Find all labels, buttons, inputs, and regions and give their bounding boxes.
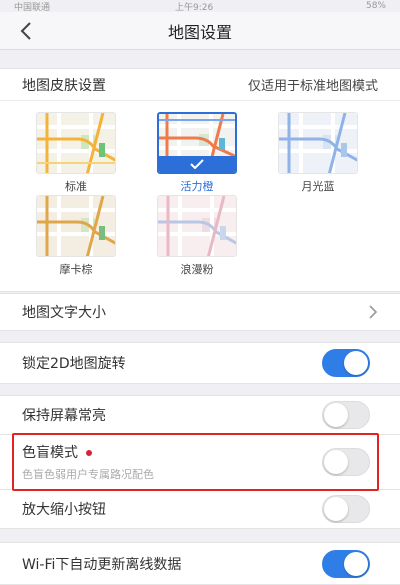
- nav-bar: 地图设置: [0, 12, 400, 50]
- map-preview-icon: [158, 196, 236, 256]
- page-title: 地图设置: [167, 22, 232, 42]
- toggle-knob: [324, 450, 348, 474]
- row-label: Wi-Fi下自动更新离线数据: [22, 556, 182, 573]
- row-label: 放大缩小按钮: [22, 502, 106, 518]
- skin-label-blue: 月光蓝: [301, 180, 335, 193]
- skin-thumb-orange[interactable]: [157, 112, 237, 174]
- row-label: 保持屏幕常亮: [22, 408, 106, 424]
- row-wifi-update: Wi-Fi下自动更新离线数据: [0, 542, 400, 585]
- row-map-text-size[interactable]: 地图文字大小: [0, 293, 400, 331]
- map-preview-icon: [279, 113, 357, 173]
- battery: 58%: [365, 1, 386, 11]
- skin-thumb-brown[interactable]: [36, 195, 116, 257]
- carrier: 中国联通: [14, 2, 51, 13]
- section-gap: [0, 529, 400, 543]
- keep-screen-toggle[interactable]: [322, 401, 370, 429]
- selected-bar: [159, 156, 235, 172]
- clock: 上午9:26: [175, 2, 214, 13]
- toggle-knob: [324, 403, 348, 427]
- row-zoom-buttons: 放大缩小按钮: [0, 489, 400, 529]
- skin-section-title: 地图皮肤设置: [22, 77, 106, 94]
- chevron-right-icon: [369, 305, 378, 319]
- toggle-knob: [324, 497, 348, 521]
- row-label: 色盲模式: [22, 445, 78, 461]
- map-preview-icon: [37, 196, 115, 256]
- lock-2d-toggle[interactable]: [322, 349, 370, 377]
- skin-label-orange: 活力橙: [180, 180, 214, 193]
- skin-section: 地图皮肤设置 仅适用于标准地图模式 标准 活力橙 月光蓝 摩卡棕 浪漫粉: [0, 68, 400, 292]
- skin-label-pink: 浪漫粉: [180, 263, 214, 276]
- status-bar: 中国联通 上午9:26 58%: [0, 0, 400, 13]
- check-icon: [190, 159, 204, 169]
- colorblind-toggle[interactable]: [322, 448, 370, 476]
- row-label: 地图文字大小: [22, 305, 106, 321]
- toggle-knob: [344, 351, 368, 375]
- toggle-knob: [344, 551, 368, 576]
- row-sublabel: 色盲色弱用户专属路况配色: [22, 468, 154, 481]
- row-label: 锁定2D地图旋转: [22, 356, 126, 372]
- row-keep-screen: 保持屏幕常亮: [0, 395, 400, 435]
- wifi-update-toggle[interactable]: [322, 549, 370, 578]
- row-colorblind: 色盲模式 色盲色弱用户专属路况配色: [0, 434, 400, 490]
- skin-header: 地图皮肤设置 仅适用于标准地图模式: [0, 69, 400, 101]
- skin-thumb-blue[interactable]: [278, 112, 358, 174]
- skin-section-note: 仅适用于标准地图模式: [247, 79, 378, 94]
- skin-label-brown: 摩卡棕: [59, 263, 93, 276]
- zoom-buttons-toggle[interactable]: [322, 495, 370, 523]
- new-dot-icon: [86, 449, 92, 456]
- row-lock-2d: 锁定2D地图旋转: [0, 342, 400, 384]
- map-preview-icon: [37, 113, 115, 173]
- skin-label-standard: 标准: [65, 180, 87, 193]
- section-gap: [0, 50, 400, 68]
- skin-thumb-standard[interactable]: [36, 112, 116, 174]
- back-arrow-icon[interactable]: [16, 16, 40, 46]
- skin-thumb-pink[interactable]: [157, 195, 237, 257]
